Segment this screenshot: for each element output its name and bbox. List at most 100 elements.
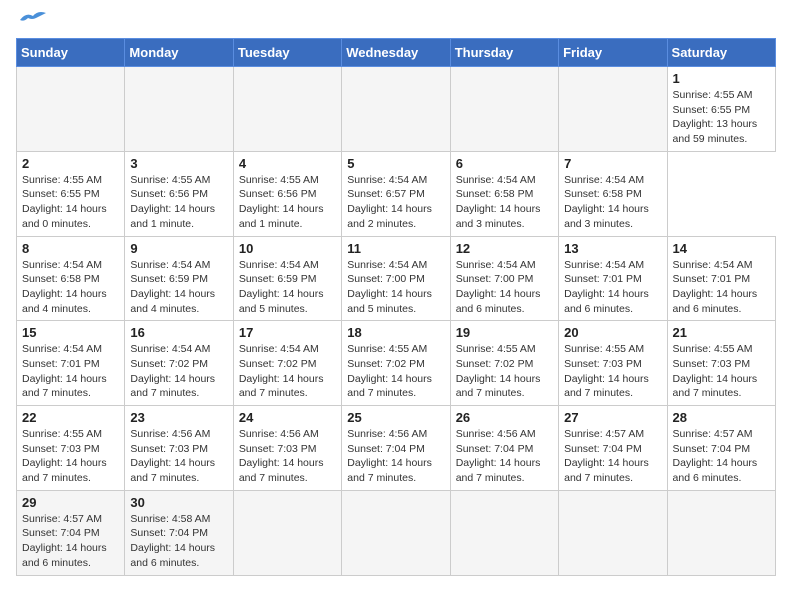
table-row: 19Sunrise: 4:55 AMSunset: 7:02 PMDayligh…	[450, 321, 558, 406]
empty-cell	[559, 67, 667, 152]
table-row	[667, 490, 775, 575]
day-number: 18	[347, 325, 444, 340]
day-info: Sunrise: 4:55 AMSunset: 6:55 PMDaylight:…	[22, 174, 107, 230]
table-row: 9 Sunrise: 4:54 AMSunset: 6:59 PMDaylight…	[125, 236, 233, 321]
day-number: 26	[456, 410, 553, 425]
empty-cell	[342, 67, 450, 152]
day-number: 15	[22, 325, 119, 340]
table-row: 16 Sunrise: 4:54 AMSunset: 7:02 PMDayligh…	[125, 321, 233, 406]
day-info: Sunrise: 4:56 AMSunset: 7:04 PMDaylight:…	[347, 428, 432, 484]
day-number: 21	[673, 325, 770, 340]
day-info: Sunrise: 4:55 AMSunset: 7:03 PMDaylight:…	[673, 343, 758, 399]
day-number: 27	[564, 410, 661, 425]
day-number: 25	[347, 410, 444, 425]
day-header-thursday: Thursday	[450, 39, 558, 67]
table-row: 8 Sunrise: 4:54 AMSunset: 6:58 PMDaylight…	[17, 236, 125, 321]
table-row	[342, 490, 450, 575]
day-number: 17	[239, 325, 336, 340]
day-info: Sunrise: 4:54 AMSunset: 7:02 PMDaylight:…	[239, 343, 324, 399]
day-info: Sunrise: 4:55 AMSunset: 6:56 PMDaylight:…	[239, 174, 324, 230]
logo	[16, 16, 48, 28]
day-info: Sunrise: 4:54 AMSunset: 6:57 PMDaylight:…	[347, 174, 432, 230]
day-number: 1	[673, 71, 770, 86]
empty-cell	[450, 67, 558, 152]
day-info: Sunrise: 4:56 AMSunset: 7:04 PMDaylight:…	[456, 428, 541, 484]
day-number: 2	[22, 156, 119, 171]
day-info: Sunrise: 4:54 AMSunset: 7:00 PMDaylight:…	[456, 259, 541, 315]
day-info: Sunrise: 4:55 AMSunset: 6:56 PMDaylight:…	[130, 174, 215, 230]
empty-cell	[17, 67, 125, 152]
day-info: Sunrise: 4:54 AMSunset: 7:01 PMDaylight:…	[673, 259, 758, 315]
table-row	[450, 490, 558, 575]
table-row: 11Sunrise: 4:54 AMSunset: 7:00 PMDayligh…	[342, 236, 450, 321]
table-row: 7Sunrise: 4:54 AMSunset: 6:58 PMDaylight…	[559, 151, 667, 236]
table-row: 23Sunrise: 4:56 AMSunset: 7:03 PMDayligh…	[125, 406, 233, 491]
day-number: 11	[347, 241, 444, 256]
table-row: 5 Sunrise: 4:54 AMSunset: 6:57 PMDaylight…	[342, 151, 450, 236]
day-header-friday: Friday	[559, 39, 667, 67]
day-info: Sunrise: 4:54 AMSunset: 6:58 PMDaylight:…	[564, 174, 649, 230]
table-row: 1 Sunrise: 4:55 AMSunset: 6:55 PMDaylight…	[667, 67, 775, 152]
table-row: 24Sunrise: 4:56 AMSunset: 7:03 PMDayligh…	[233, 406, 341, 491]
day-header-wednesday: Wednesday	[342, 39, 450, 67]
day-number: 12	[456, 241, 553, 256]
day-number: 6	[456, 156, 553, 171]
day-number: 8	[22, 241, 119, 256]
day-info: Sunrise: 4:54 AMSunset: 6:58 PMDaylight:…	[456, 174, 541, 230]
day-info: Sunrise: 4:54 AMSunset: 7:01 PMDaylight:…	[22, 343, 107, 399]
day-header-monday: Monday	[125, 39, 233, 67]
day-number: 5	[347, 156, 444, 171]
table-row: 22 Sunrise: 4:55 AMSunset: 7:03 PMDayligh…	[17, 406, 125, 491]
table-row: 20 Sunrise: 4:55 AMSunset: 7:03 PMDayligh…	[559, 321, 667, 406]
day-number: 28	[673, 410, 770, 425]
day-info: Sunrise: 4:58 AMSunset: 7:04 PMDaylight:…	[130, 513, 215, 569]
day-info: Sunrise: 4:54 AMSunset: 6:59 PMDaylight:…	[130, 259, 215, 315]
table-row: 3 Sunrise: 4:55 AMSunset: 6:56 PMDaylight…	[125, 151, 233, 236]
empty-cell	[233, 67, 341, 152]
day-number: 20	[564, 325, 661, 340]
day-header-sunday: Sunday	[17, 39, 125, 67]
day-number: 30	[130, 495, 227, 510]
table-row: 26 Sunrise: 4:56 AMSunset: 7:04 PMDayligh…	[450, 406, 558, 491]
day-info: Sunrise: 4:55 AMSunset: 6:55 PMDaylight:…	[673, 89, 758, 145]
table-row: 17 Sunrise: 4:54 AMSunset: 7:02 PMDayligh…	[233, 321, 341, 406]
day-info: Sunrise: 4:57 AMSunset: 7:04 PMDaylight:…	[564, 428, 649, 484]
day-info: Sunrise: 4:57 AMSunset: 7:04 PMDaylight:…	[673, 428, 758, 484]
day-number: 22	[22, 410, 119, 425]
logo-bird-icon	[18, 8, 48, 28]
day-info: Sunrise: 4:54 AMSunset: 7:01 PMDaylight:…	[564, 259, 649, 315]
day-info: Sunrise: 4:55 AMSunset: 7:03 PMDaylight:…	[564, 343, 649, 399]
day-number: 29	[22, 495, 119, 510]
table-row: 25 Sunrise: 4:56 AMSunset: 7:04 PMDayligh…	[342, 406, 450, 491]
table-row: 10 Sunrise: 4:54 AMSunset: 6:59 PMDayligh…	[233, 236, 341, 321]
page-header	[16, 16, 776, 28]
day-number: 9	[130, 241, 227, 256]
day-number: 3	[130, 156, 227, 171]
table-row: 15 Sunrise: 4:54 AMSunset: 7:01 PMDayligh…	[17, 321, 125, 406]
day-info: Sunrise: 4:55 AMSunset: 7:03 PMDaylight:…	[22, 428, 107, 484]
table-row: 14 Sunrise: 4:54 AMSunset: 7:01 PMDayligh…	[667, 236, 775, 321]
calendar-table: SundayMondayTuesdayWednesdayThursdayFrid…	[16, 38, 776, 576]
table-row: 13Sunrise: 4:54 AMSunset: 7:01 PMDayligh…	[559, 236, 667, 321]
day-info: Sunrise: 4:57 AMSunset: 7:04 PMDaylight:…	[22, 513, 107, 569]
day-header-tuesday: Tuesday	[233, 39, 341, 67]
day-number: 10	[239, 241, 336, 256]
day-number: 4	[239, 156, 336, 171]
table-row: 27 Sunrise: 4:57 AMSunset: 7:04 PMDayligh…	[559, 406, 667, 491]
table-row: 6 Sunrise: 4:54 AMSunset: 6:58 PMDaylight…	[450, 151, 558, 236]
table-row: 18Sunrise: 4:55 AMSunset: 7:02 PMDayligh…	[342, 321, 450, 406]
day-number: 19	[456, 325, 553, 340]
table-row: 29 Sunrise: 4:57 AMSunset: 7:04 PMDayligh…	[17, 490, 125, 575]
table-row: 12 Sunrise: 4:54 AMSunset: 7:00 PMDayligh…	[450, 236, 558, 321]
table-row	[233, 490, 341, 575]
day-info: Sunrise: 4:54 AMSunset: 6:58 PMDaylight:…	[22, 259, 107, 315]
day-info: Sunrise: 4:54 AMSunset: 6:59 PMDaylight:…	[239, 259, 324, 315]
table-row: 2 Sunrise: 4:55 AMSunset: 6:55 PMDaylight…	[17, 151, 125, 236]
day-header-saturday: Saturday	[667, 39, 775, 67]
table-row: 30 Sunrise: 4:58 AMSunset: 7:04 PMDayligh…	[125, 490, 233, 575]
day-number: 16	[130, 325, 227, 340]
table-row: 21 Sunrise: 4:55 AMSunset: 7:03 PMDayligh…	[667, 321, 775, 406]
day-info: Sunrise: 4:54 AMSunset: 7:02 PMDaylight:…	[130, 343, 215, 399]
day-number: 14	[673, 241, 770, 256]
table-row: 4 Sunrise: 4:55 AMSunset: 6:56 PMDaylight…	[233, 151, 341, 236]
